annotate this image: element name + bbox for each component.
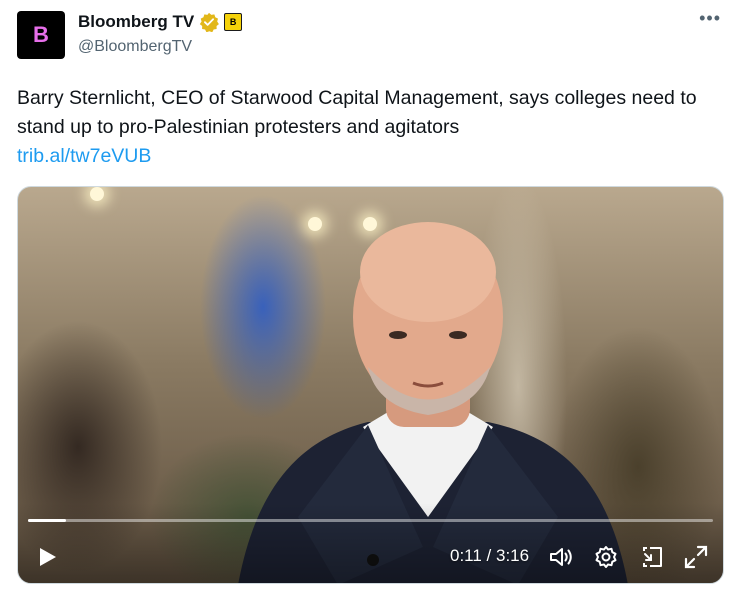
display-name[interactable]: Bloomberg TV: [78, 12, 194, 32]
avatar-letter: B: [33, 22, 49, 47]
video-controls: [18, 503, 723, 583]
avatar[interactable]: B: [17, 11, 65, 59]
tweet-body: Barry Sternlicht, CEO of Starwood Capita…: [17, 84, 717, 171]
video-time-display: 0:11 / 3:16: [450, 546, 530, 565]
affiliate-badge-letter: B: [229, 17, 237, 27]
video-progress-bar[interactable]: [28, 519, 713, 522]
volume-icon[interactable]: [548, 544, 574, 570]
background-light: [90, 187, 104, 201]
account-handle[interactable]: @BloombergTV: [78, 38, 192, 56]
video-player[interactable]: 0:11 / 3:16: [17, 186, 724, 584]
tweet-text: Barry Sternlicht, CEO of Starwood Capita…: [17, 87, 697, 138]
affiliate-badge-icon[interactable]: B: [224, 13, 243, 31]
tweet-link[interactable]: trib.al/tw7eVUB: [17, 142, 717, 171]
verified-gold-badge-icon[interactable]: [199, 12, 220, 32]
fullscreen-icon[interactable]: [683, 544, 709, 570]
play-icon[interactable]: [36, 546, 58, 568]
picture-in-picture-icon[interactable]: [640, 544, 666, 570]
settings-gear-icon[interactable]: [593, 544, 619, 570]
video-progress-fill: [28, 519, 67, 522]
account-name-row: Bloomberg TV B: [78, 12, 243, 32]
more-options-icon[interactable]: •••: [699, 8, 721, 29]
